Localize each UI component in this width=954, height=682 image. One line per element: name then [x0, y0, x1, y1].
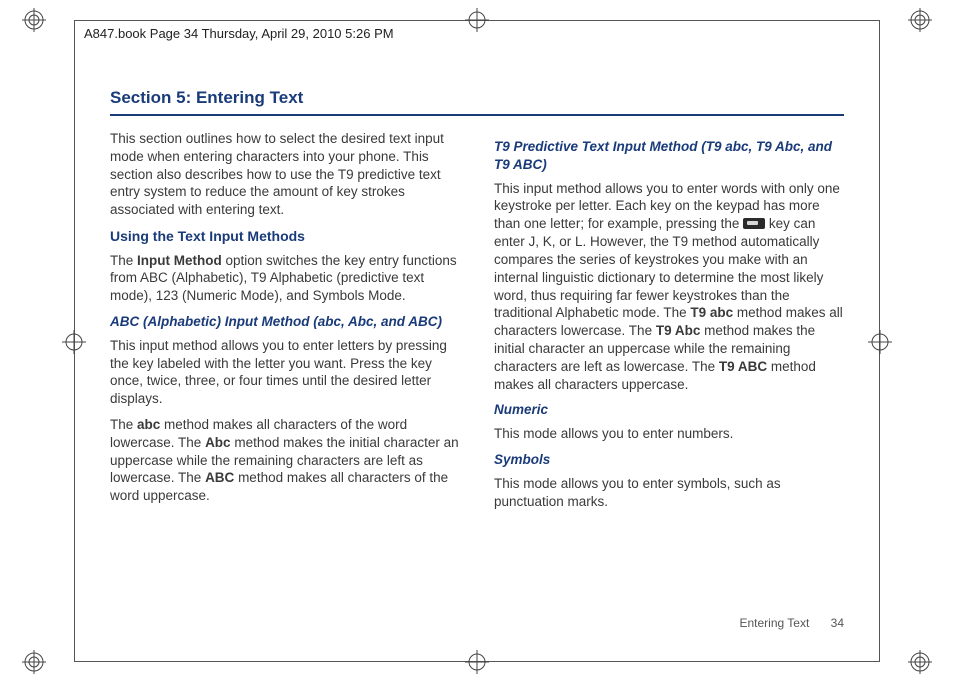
key-5-icon [743, 218, 765, 229]
symbols-paragraph: This mode allows you to enter symbols, s… [494, 475, 844, 511]
crop-mark-icon [868, 330, 892, 354]
crop-mark-icon [465, 650, 489, 674]
intro-paragraph: This section outlines how to select the … [110, 130, 460, 219]
heading-numeric: Numeric [494, 401, 844, 419]
heading-abc-method: ABC (Alphabetic) Input Method (abc, Abc,… [110, 313, 460, 331]
section-title: Section 5: Entering Text [110, 88, 844, 116]
left-column: This section outlines how to select the … [110, 130, 460, 518]
footer-page-number: 34 [831, 616, 844, 630]
registration-mark-icon [908, 8, 932, 32]
page-body: Section 5: Entering Text This section ou… [110, 88, 844, 612]
right-column: T9 Predictive Text Input Method (T9 abc,… [494, 130, 844, 518]
heading-using-input-methods: Using the Text Input Methods [110, 227, 460, 245]
t9-desc-paragraph: This input method allows you to enter wo… [494, 180, 844, 394]
footer-section-name: Entering Text [739, 616, 809, 630]
registration-mark-icon [22, 8, 46, 32]
heading-t9-method: T9 Predictive Text Input Method (T9 abc,… [494, 138, 844, 174]
doc-header: A847.book Page 34 Thursday, April 29, 20… [84, 26, 394, 41]
crop-mark-icon [465, 8, 489, 32]
registration-mark-icon [22, 650, 46, 674]
registration-mark-icon [908, 650, 932, 674]
abc-variants-paragraph: The abc method makes all characters of t… [110, 416, 460, 505]
heading-symbols: Symbols [494, 451, 844, 469]
page-footer: Entering Text 34 [739, 616, 844, 630]
input-method-paragraph: The Input Method option switches the key… [110, 252, 460, 305]
abc-desc-paragraph: This input method allows you to enter le… [110, 337, 460, 408]
crop-mark-icon [62, 330, 86, 354]
numeric-paragraph: This mode allows you to enter numbers. [494, 425, 844, 443]
